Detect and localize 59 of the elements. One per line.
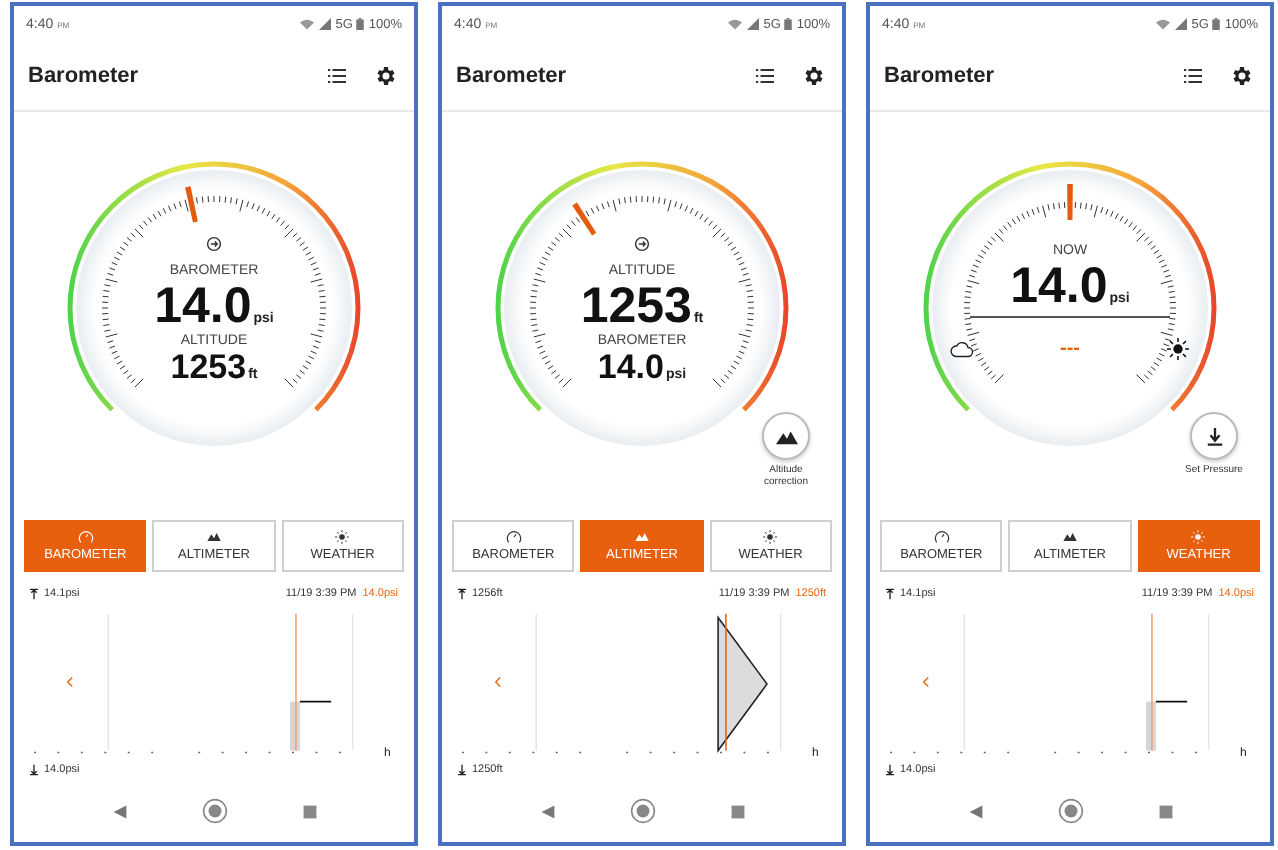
signal-icon bbox=[745, 18, 760, 30]
app-title: Barometer bbox=[28, 64, 139, 88]
app-title: Barometer bbox=[456, 64, 567, 88]
home-icon[interactable] bbox=[1057, 798, 1083, 824]
primary-value: 14.0 bbox=[154, 278, 252, 334]
recents-icon[interactable] bbox=[1157, 803, 1173, 819]
settings-icon[interactable] bbox=[1230, 64, 1254, 88]
battery-icon bbox=[784, 18, 793, 30]
secondary-value: 1253 bbox=[170, 348, 247, 386]
primary-value: 14.0 bbox=[1010, 258, 1108, 314]
settings-icon[interactable] bbox=[802, 64, 826, 88]
back-icon[interactable] bbox=[967, 803, 983, 819]
primary-value: 1253 bbox=[580, 278, 692, 334]
list-icon[interactable] bbox=[328, 68, 346, 84]
signal-icon bbox=[1173, 18, 1188, 30]
back-icon[interactable] bbox=[539, 803, 555, 819]
action-button[interactable] bbox=[1190, 412, 1238, 460]
back-icon[interactable] bbox=[111, 803, 127, 819]
max-arrow-icon bbox=[30, 588, 38, 600]
max-arrow-icon bbox=[886, 588, 894, 600]
mountain-icon bbox=[775, 427, 797, 445]
sun-icon bbox=[1190, 530, 1207, 544]
settings-icon[interactable] bbox=[374, 64, 398, 88]
recents-icon[interactable] bbox=[729, 803, 745, 819]
battery-icon bbox=[1212, 18, 1221, 30]
sun-icon bbox=[334, 530, 351, 544]
recents-icon[interactable] bbox=[301, 803, 317, 819]
wifi-icon bbox=[299, 18, 314, 30]
cloud-icon bbox=[950, 338, 974, 360]
refresh-icon[interactable] bbox=[206, 236, 222, 252]
gauge-icon bbox=[77, 530, 94, 544]
app-title: Barometer bbox=[884, 64, 995, 88]
gauge-icon bbox=[933, 530, 950, 544]
list-icon[interactable] bbox=[1184, 68, 1202, 84]
gauge-icon bbox=[505, 530, 522, 544]
signal-icon bbox=[317, 18, 332, 30]
list-icon[interactable] bbox=[756, 68, 774, 84]
battery-icon bbox=[356, 18, 365, 30]
mountain-icon bbox=[205, 530, 222, 544]
max-arrow-icon bbox=[458, 588, 466, 600]
sun-icon bbox=[762, 530, 779, 544]
chevron-left-icon[interactable] bbox=[922, 676, 930, 688]
min-arrow-icon bbox=[30, 764, 38, 776]
download-icon bbox=[1203, 427, 1225, 445]
wifi-icon bbox=[1155, 18, 1170, 30]
chevron-left-icon[interactable] bbox=[66, 676, 74, 688]
trend-value: --- bbox=[1060, 338, 1080, 360]
chevron-left-icon[interactable] bbox=[494, 676, 502, 688]
min-arrow-icon bbox=[886, 764, 894, 776]
home-icon[interactable] bbox=[629, 798, 655, 824]
mountain-icon bbox=[1061, 530, 1078, 544]
wifi-icon bbox=[727, 18, 742, 30]
action-button[interactable] bbox=[762, 412, 810, 460]
refresh-icon[interactable] bbox=[634, 236, 650, 252]
sun-icon bbox=[1166, 338, 1190, 360]
home-icon[interactable] bbox=[201, 798, 227, 824]
mountain-icon bbox=[633, 530, 650, 544]
min-arrow-icon bbox=[458, 764, 466, 776]
secondary-value: 14.0 bbox=[597, 348, 664, 386]
